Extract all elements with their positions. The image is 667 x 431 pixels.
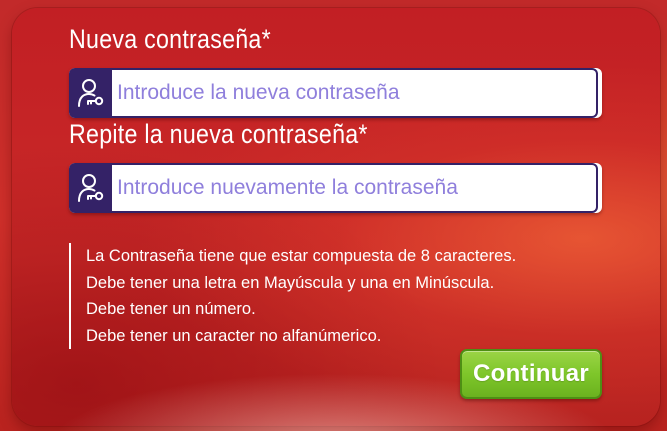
rule-number: Debe tener un número. (86, 300, 256, 318)
rule-case: Debe tener una letra en Mayúscula y una … (86, 273, 495, 292)
new-password-input[interactable] (112, 68, 598, 118)
user-key-icon (69, 163, 112, 213)
repeat-password-label: Repite la nueva contraseña* (69, 119, 368, 149)
repeat-password-field (69, 163, 602, 213)
new-password-label: Nueva contraseña* (69, 24, 271, 54)
continue-button[interactable]: Continuar (460, 349, 602, 399)
user-key-icon (69, 68, 112, 118)
rule-symbol: Debe tener un caracter no alfanúmerico. (86, 326, 382, 345)
new-password-field (69, 68, 602, 118)
repeat-password-input[interactable] (112, 163, 598, 213)
password-rules: La Contraseña tiene que estar compuesta … (69, 243, 516, 349)
rule-length: La Contraseña tiene que estar compuesta … (86, 247, 517, 265)
